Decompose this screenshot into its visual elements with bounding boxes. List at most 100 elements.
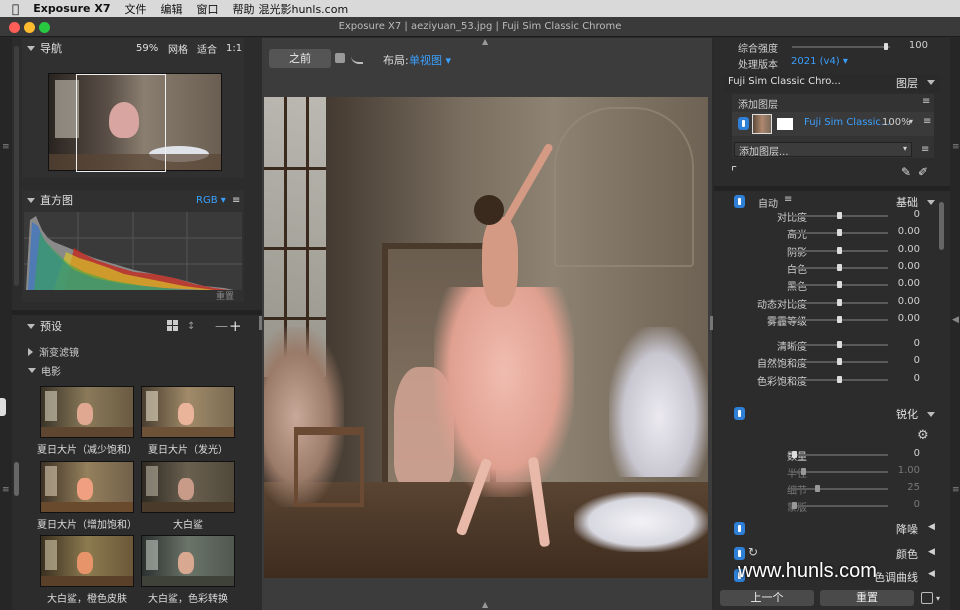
preset-group-gradient[interactable]: 渐变滤镜 [28,344,79,359]
overall-strength-slider[interactable] [792,43,890,50]
adjustment-value[interactable]: 0 [914,209,920,220]
before-after-icon[interactable] [351,53,363,64]
right-splitter[interactable] [714,186,950,191]
slider-knob[interactable] [837,281,842,289]
layer-row[interactable]: Fuji Sim Classic... 100% ▾ ≡ [732,112,934,136]
preset-thumbnail[interactable] [141,386,235,438]
preset-thumbnail[interactable] [40,386,134,438]
collapse-icon[interactable] [927,412,935,417]
adjustment-slider[interactable] [792,375,888,383]
adjustment-value[interactable]: 0 [914,499,920,510]
adjustment-value[interactable]: 0.00 [898,278,920,289]
zoom-window-button[interactable] [39,22,50,33]
adjustment-slider[interactable] [792,281,888,289]
collapse-icon[interactable] [27,45,35,51]
left-panel-collapse-handle[interactable] [0,398,6,416]
menu-window[interactable]: 窗口 [196,1,218,17]
preset-thumbnail[interactable] [40,461,134,513]
adjustment-value[interactable]: 0 [914,338,920,349]
adjustment-slider[interactable] [792,298,888,306]
process-version-select[interactable]: 2021 (v4) ▾ [791,56,848,67]
reset-button[interactable]: 重置 [820,590,914,606]
left-top-scrollbar[interactable] [14,46,19,286]
adjustment-value[interactable]: 0 [914,448,920,459]
preset-thumbnail[interactable] [141,461,235,513]
expand-left-icon[interactable]: ◀ [928,569,935,579]
add-layer-label[interactable]: 添加图层 [738,96,778,111]
settings-gear-icon[interactable]: ⚙ [917,428,929,443]
adjustment-value[interactable]: 0.00 [898,296,920,307]
reset-cycle-icon[interactable]: ↻ [748,545,758,559]
slider-knob[interactable] [837,375,842,383]
sharpen-enable-toggle[interactable] [734,407,745,420]
collapse-all-icon[interactable]: ↕ [187,321,195,332]
adjustment-value[interactable]: 25 [907,482,920,493]
close-window-button[interactable] [9,22,20,33]
adjustment-value[interactable]: 1.00 [898,465,920,476]
navigator-viewport-rect[interactable] [76,74,166,172]
adjustment-value[interactable]: 0 [914,355,920,366]
zoom-percent[interactable]: 59% [136,43,158,54]
layers-options-icon[interactable]: ≡ [921,144,929,155]
grid-view-icon[interactable] [167,320,178,331]
slider-knob[interactable] [837,358,842,366]
collapse-icon[interactable] [27,323,35,329]
slider-knob[interactable] [792,502,797,509]
adjustment-slider[interactable] [792,229,888,237]
left-scrollbar[interactable] [14,462,19,496]
expand-left-icon[interactable]: ◀ [928,522,935,532]
histogram-reset-button[interactable]: 重置 [216,289,234,302]
adjustment-slider[interactable] [792,502,888,509]
layout-select[interactable]: 单视图 ▾ [409,52,451,68]
adjustment-value[interactable]: 0.00 [898,244,920,255]
adjustment-value[interactable]: 0.00 [898,226,920,237]
right-edge-handle-icon[interactable]: ≡ [952,142,960,152]
menu-edit[interactable]: 编辑 [160,1,182,17]
slider-knob[interactable] [837,341,842,349]
layers-menu-icon[interactable]: ≡ [922,96,930,107]
adjustment-slider[interactable] [792,341,888,349]
slider-knob[interactable] [837,315,842,323]
slider-knob[interactable] [837,229,842,237]
adjustment-slider[interactable] [792,246,888,254]
add-layer-dropdown[interactable]: 添加图层... ▾ [734,142,912,158]
layer-opacity[interactable]: 100% [882,117,911,128]
slider-knob[interactable] [837,212,842,219]
zoom-grid[interactable]: 网格 [168,41,188,56]
slider-knob[interactable] [814,485,820,492]
previous-button[interactable]: 上一个 [720,590,814,606]
expand-left-icon[interactable]: ◀ [928,547,935,557]
center-right-splitter[interactable] [710,316,713,330]
right-edge-handle-icon[interactable]: ◀ [952,315,959,325]
adjustment-slider[interactable] [792,485,888,492]
left-splitter[interactable] [12,310,262,315]
slider-knob[interactable] [837,263,842,271]
crop-icon[interactable]: ⌜ [731,165,737,180]
auto-menu-icon[interactable]: ≡ [784,194,792,205]
center-bottom-expand-icon[interactable]: ▲ [482,600,488,609]
layer-mask-thumbnail[interactable] [777,118,793,130]
adjustment-slider[interactable] [792,358,888,366]
menu-file[interactable]: 文件 [124,1,146,17]
adjustment-slider[interactable] [792,451,888,458]
add-preset-button[interactable]: + [229,317,242,335]
right-edge-handle-icon[interactable]: ≡ [952,485,960,495]
histogram-mode-select[interactable]: RGB ▾ [196,195,226,206]
left-edge-handle-icon[interactable]: ≡ [2,142,10,152]
slider-knob[interactable] [884,43,888,50]
collapse-icon[interactable] [927,200,935,205]
preset-thumbnail[interactable] [141,535,235,587]
color-enable-toggle[interactable] [734,547,745,560]
slider-knob[interactable] [837,246,842,254]
adjustment-slider[interactable] [792,263,888,271]
collapse-icon[interactable] [927,80,935,85]
layer-menu-icon[interactable]: ≡ [923,116,931,127]
adjustment-value[interactable]: 0.00 [898,261,920,272]
panel-layout-icon[interactable] [921,592,933,604]
slider-knob[interactable] [801,468,806,475]
preset-thumbnail[interactable] [40,535,134,587]
adjustment-slider[interactable] [792,468,888,475]
brush-icon[interactable]: ✐ [918,165,928,179]
layer-visibility-toggle[interactable] [738,117,749,130]
collapse-icon[interactable] [27,197,35,203]
